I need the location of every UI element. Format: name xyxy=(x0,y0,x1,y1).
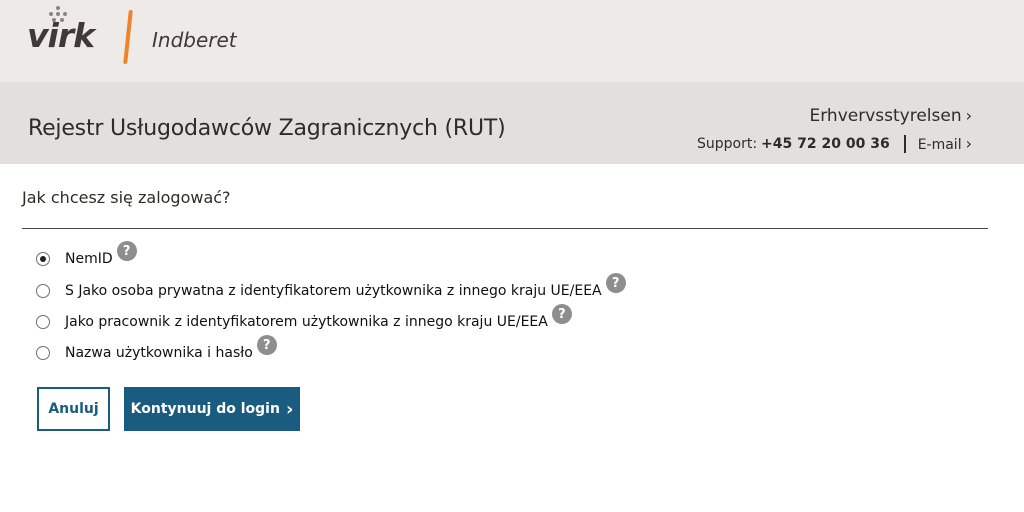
option-nemid[interactable]: NemID ? xyxy=(36,241,137,269)
cancel-button[interactable]: Anuluj xyxy=(37,387,110,431)
top-bar: virk Indberet xyxy=(0,0,1024,82)
help-icon[interactable]: ? xyxy=(605,273,626,293)
agency-label: Erhvervsstyrelsen xyxy=(809,106,962,126)
logo-divider xyxy=(123,10,133,64)
email-link[interactable]: E-mail › xyxy=(918,134,972,153)
continue-label: Kontynuuj do login xyxy=(130,401,280,417)
help-icon[interactable]: ? xyxy=(551,304,572,324)
radio-employee-eu-user[interactable] xyxy=(36,315,50,329)
sub-header: Rejestr Usługodawców Zagranicznych (RUT)… xyxy=(0,82,1024,164)
continue-to-login-button[interactable]: Kontynuuj do login › xyxy=(124,387,300,431)
agency-link[interactable]: Erhvervsstyrelsen › xyxy=(809,106,972,126)
option-username-password[interactable]: Nazwa użytkownika i hasło ? xyxy=(36,335,277,363)
page-title: Rejestr Usługodawców Zagranicznych (RUT) xyxy=(28,116,506,141)
chevron-right-icon: › xyxy=(965,106,972,125)
app-name: Indberet xyxy=(152,28,237,52)
option-label: S Jako osoba prywatna z identyfikatorem … xyxy=(65,283,602,299)
divider xyxy=(22,228,988,229)
email-label: E-mail xyxy=(917,137,962,153)
option-private-eu-user[interactable]: S Jako osoba prywatna z identyfikatorem … xyxy=(36,273,626,301)
option-label: Jako pracownik z identyfikatorem użytkow… xyxy=(65,314,548,330)
option-label: NemID xyxy=(65,251,113,267)
help-icon[interactable]: ? xyxy=(256,335,277,355)
option-label: Nazwa użytkownika i hasło xyxy=(65,345,253,361)
support-divider xyxy=(903,134,906,153)
chevron-right-icon: › xyxy=(285,398,294,420)
support-label: Support: xyxy=(696,135,758,152)
radio-nemid[interactable] xyxy=(36,252,50,266)
help-icon[interactable]: ? xyxy=(116,241,137,261)
option-employee-eu-user[interactable]: Jako pracownik z identyfikatorem użytkow… xyxy=(36,304,572,332)
radio-private-eu-user[interactable] xyxy=(36,284,50,298)
radio-username-password[interactable] xyxy=(36,346,50,360)
logo-text: virk xyxy=(27,16,95,55)
login-question: Jak chcesz się zalogować? xyxy=(22,188,231,207)
support-phone: +45 72 20 00 36 xyxy=(761,135,890,152)
support-line: Support: +45 72 20 00 36 E-mail › xyxy=(697,134,972,153)
chevron-right-icon: › xyxy=(965,134,972,153)
virk-logo[interactable]: virk xyxy=(27,6,107,58)
